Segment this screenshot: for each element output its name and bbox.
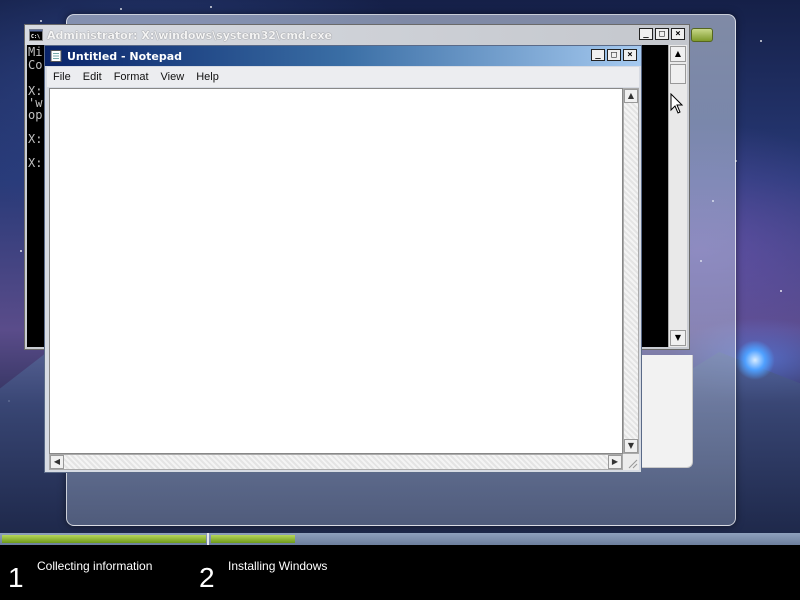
step-number: 1 [8, 562, 24, 593]
console-line: Mi [28, 45, 43, 59]
progress-step2-fill [211, 535, 295, 543]
resize-grip-icon [628, 459, 638, 469]
arrow-down-icon: ▼ [627, 441, 635, 450]
step-label: Collecting information [37, 559, 153, 573]
cmd-minimize-button[interactable]: _ [639, 28, 653, 40]
scroll-down-button[interactable]: ▼ [624, 439, 638, 453]
progress-step1-fill [2, 535, 206, 543]
menu-file[interactable]: File [47, 71, 77, 83]
close-icon: × [627, 50, 633, 60]
cmd-vertical-scrollbar[interactable]: ▲ ▼ [668, 45, 687, 347]
setup-content-panel [642, 355, 693, 468]
progress-divider [207, 533, 209, 545]
console-line: X: [28, 132, 43, 146]
notepad-close-button[interactable]: × [623, 49, 637, 61]
star [120, 8, 122, 10]
resize-grip[interactable] [623, 454, 639, 470]
scroll-down-button[interactable]: ▼ [670, 330, 686, 346]
step-label: Installing Windows [228, 559, 328, 573]
notepad-minimize-button[interactable]: _ [591, 49, 605, 61]
scroll-right-button[interactable]: ▶ [608, 455, 622, 469]
cmd-titlebar[interactable]: C:\ Administrator: X:\windows\system32\c… [25, 25, 689, 45]
menu-view[interactable]: View [155, 71, 191, 83]
notepad-vertical-scrollbar[interactable]: ▲ ▼ [623, 88, 639, 454]
text-editor-area[interactable] [49, 88, 623, 454]
blue-light-glow [735, 340, 775, 380]
scroll-up-button[interactable]: ▲ [670, 46, 686, 62]
scroll-thumb[interactable] [670, 64, 686, 84]
menu-bar: File Edit Format View Help [47, 67, 639, 87]
console-icon: C:\ [29, 29, 43, 41]
menu-help[interactable]: Help [190, 71, 225, 83]
notepad-title: Untitled - Notepad [67, 49, 183, 63]
maximize-icon: □ [611, 50, 617, 60]
arrow-up-icon: ▲ [674, 49, 682, 58]
notepad-icon [50, 50, 62, 62]
setup-close-button[interactable] [691, 28, 713, 42]
star [40, 20, 42, 22]
minimize-icon: _ [595, 50, 601, 60]
notepad-maximize-button[interactable]: □ [607, 49, 621, 61]
svg-text:C:\: C:\ [31, 34, 40, 40]
scroll-left-button[interactable]: ◀ [50, 455, 64, 469]
star [210, 6, 212, 8]
setup-progress-track [0, 533, 800, 545]
step-number: 2 [199, 562, 215, 593]
arrow-left-icon: ◀ [53, 457, 61, 466]
star [780, 290, 782, 292]
arrow-right-icon: ▶ [611, 457, 619, 466]
notepad-horizontal-scrollbar[interactable]: ◀ ▶ [49, 454, 623, 470]
console-line: op [28, 108, 43, 122]
mouse-cursor-icon [670, 93, 684, 114]
arrow-down-icon: ▼ [674, 333, 682, 342]
menu-format[interactable]: Format [108, 71, 155, 83]
arrow-up-icon: ▲ [627, 91, 635, 100]
scroll-up-button[interactable]: ▲ [624, 89, 638, 103]
close-icon: × [675, 29, 681, 39]
cmd-title: Administrator: X:\windows\system32\cmd.e… [47, 28, 332, 42]
notepad-window: Untitled - Notepad _ □ × File Edit Forma… [44, 45, 642, 473]
star [20, 250, 22, 252]
maximize-icon: □ [659, 29, 665, 39]
cmd-close-button[interactable]: × [671, 28, 685, 40]
console-line: Co [28, 58, 43, 72]
console-line: X: [28, 156, 43, 170]
minimize-icon: _ [643, 29, 649, 39]
notepad-titlebar[interactable]: Untitled - Notepad [45, 46, 641, 66]
star [760, 40, 762, 42]
cmd-maximize-button[interactable]: □ [655, 28, 669, 40]
menu-edit[interactable]: Edit [77, 71, 108, 83]
